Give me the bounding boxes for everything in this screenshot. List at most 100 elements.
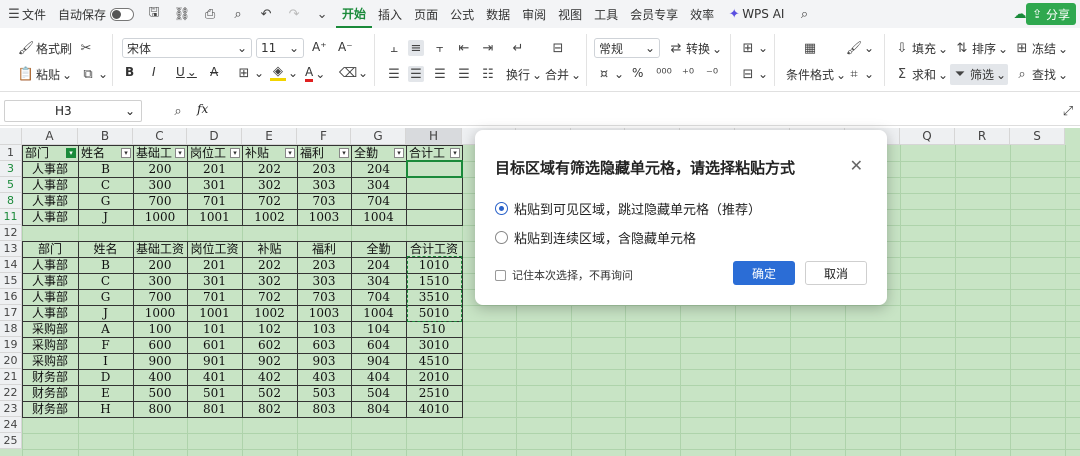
clear-button[interactable]: ⌫ ⌄: [339, 65, 368, 81]
table-cell[interactable]: 302: [242, 273, 297, 289]
expand-formula-icon[interactable]: ⤢: [1060, 103, 1076, 119]
decimal-decrease-button[interactable]: ⁻⁰: [704, 66, 720, 82]
column-header[interactable]: A: [22, 128, 78, 145]
currency-button[interactable]: ¤ ⌄: [596, 66, 624, 82]
table-cell[interactable]: 201: [187, 161, 242, 177]
indent-decrease-button[interactable]: ⇤: [456, 40, 472, 56]
table-cell[interactable]: 1001: [187, 305, 242, 321]
table-cell[interactable]: 502: [242, 385, 297, 401]
underline-button[interactable]: U ⌄: [176, 65, 197, 79]
sort-button[interactable]: ⇅ 排序 ⌄: [954, 40, 1009, 57]
row-header[interactable]: 17: [0, 305, 22, 321]
table-cell[interactable]: J: [78, 209, 133, 225]
table-cell[interactable]: 合计工资: [406, 241, 462, 257]
table-cell[interactable]: 财务部: [22, 385, 78, 401]
table-cell[interactable]: 510: [406, 321, 462, 337]
table-cell[interactable]: 802: [242, 401, 297, 417]
table-cell[interactable]: 补贴: [242, 241, 297, 257]
tab-efficiency[interactable]: 效率: [684, 0, 720, 28]
row-header[interactable]: 3: [0, 161, 22, 177]
row-header[interactable]: 13: [0, 241, 22, 257]
close-icon[interactable]: ✕: [850, 156, 863, 175]
table-cell[interactable]: 600: [133, 337, 187, 353]
font-color-button[interactable]: A ⌄: [305, 65, 325, 82]
table-cell[interactable]: 人事部: [22, 305, 78, 321]
table-cell[interactable]: 全勤: [351, 241, 406, 257]
table-cell[interactable]: 500: [133, 385, 187, 401]
filter-button[interactable]: ⏷ 筛选 ⌄: [950, 64, 1009, 85]
filter-dropdown-icon[interactable]: ▾: [450, 148, 460, 158]
tab-insert[interactable]: 插入: [372, 0, 408, 28]
column-header[interactable]: S: [1010, 128, 1065, 145]
select-all-corner[interactable]: [0, 128, 22, 145]
filter-dropdown-icon[interactable]: ▾: [285, 148, 295, 158]
table-cell[interactable]: 204: [351, 161, 406, 177]
table-cell[interactable]: 采购部: [22, 353, 78, 369]
row-col-button[interactable]: ⊞ ⌄: [740, 40, 769, 56]
filter-dropdown-icon[interactable]: ▾: [339, 148, 349, 158]
column-header[interactable]: G: [351, 128, 406, 145]
column-header[interactable]: E: [242, 128, 297, 145]
border-button[interactable]: ⊞ ⌄: [236, 65, 265, 81]
cond-format-icon-button[interactable]: ▦: [802, 40, 818, 56]
table-cell[interactable]: E: [78, 385, 133, 401]
table-cell[interactable]: 701: [187, 289, 242, 305]
column-header[interactable]: H: [406, 128, 462, 145]
table-cell[interactable]: 人事部: [22, 177, 78, 193]
thousands-button[interactable]: ⁰⁰⁰: [656, 66, 672, 82]
table-cell[interactable]: 301: [187, 177, 242, 193]
filter-dropdown-icon[interactable]: ▾: [394, 148, 404, 158]
table-cell[interactable]: 304: [351, 177, 406, 193]
tab-page[interactable]: 页面: [408, 0, 444, 28]
undo-button[interactable]: ↶: [252, 0, 280, 28]
tab-member[interactable]: 会员专享: [624, 0, 684, 28]
name-box[interactable]: H3 ⌄: [4, 100, 142, 122]
table-cell[interactable]: 300: [133, 273, 187, 289]
remember-checkbox[interactable]: 记住本次选择，不再询问: [495, 267, 633, 283]
row-header[interactable]: 18: [0, 321, 22, 337]
table-cell[interactable]: 400: [133, 369, 187, 385]
table-cell[interactable]: 人事部: [22, 289, 78, 305]
row-header[interactable]: 1: [0, 145, 22, 161]
table-cell[interactable]: 1002: [242, 305, 297, 321]
table-cell[interactable]: 901: [187, 353, 242, 369]
table-cell[interactable]: 2510: [406, 385, 462, 401]
row-header[interactable]: 23: [0, 401, 22, 417]
table-cell[interactable]: 801: [187, 401, 242, 417]
font-size-select[interactable]: 11 ⌄: [256, 38, 304, 58]
table-cell[interactable]: 人事部: [22, 193, 78, 209]
filter-dropdown-icon[interactable]: ▾: [175, 148, 185, 158]
table-cell[interactable]: 803: [297, 401, 351, 417]
font-name-select[interactable]: 宋体 ⌄: [122, 38, 252, 58]
table-cell[interactable]: 800: [133, 401, 187, 417]
table-cell[interactable]: C: [78, 177, 133, 193]
table-cell[interactable]: 财务部: [22, 401, 78, 417]
table-cell[interactable]: 703: [297, 193, 351, 209]
sum-button[interactable]: Σ 求和 ⌄: [894, 66, 948, 83]
table-cell[interactable]: D: [78, 369, 133, 385]
redo-button[interactable]: ↷: [280, 0, 308, 28]
table-cell[interactable]: 1003: [297, 209, 351, 225]
table-cell[interactable]: 602: [242, 337, 297, 353]
row-header[interactable]: 21: [0, 369, 22, 385]
decimal-increase-button[interactable]: ⁺⁰: [680, 66, 696, 82]
column-header[interactable]: C: [133, 128, 187, 145]
confirm-button[interactable]: 确定: [733, 261, 795, 285]
align-middle-button[interactable]: ≡: [408, 40, 424, 56]
fx-icon[interactable]: fx: [197, 102, 208, 116]
align-top-button[interactable]: ⫠: [386, 40, 402, 56]
table-cell[interactable]: 财务部: [22, 369, 78, 385]
tab-tools[interactable]: 工具: [588, 0, 624, 28]
table-cell[interactable]: 岗位工资: [187, 241, 242, 257]
row-header[interactable]: 16: [0, 289, 22, 305]
table-cell[interactable]: 401: [187, 369, 242, 385]
worksheet-button[interactable]: ⊟ ⌄: [740, 66, 769, 82]
table-cell[interactable]: 姓名: [78, 241, 133, 257]
table-cell[interactable]: 700: [133, 289, 187, 305]
wrap-button[interactable]: 换行 ⌄: [506, 66, 542, 83]
table-cell[interactable]: J: [78, 305, 133, 321]
table-cell[interactable]: B: [78, 161, 133, 177]
zoom-icon[interactable]: ⌕: [170, 103, 186, 119]
formula-input[interactable]: [220, 100, 1050, 122]
table-cell[interactable]: 601: [187, 337, 242, 353]
